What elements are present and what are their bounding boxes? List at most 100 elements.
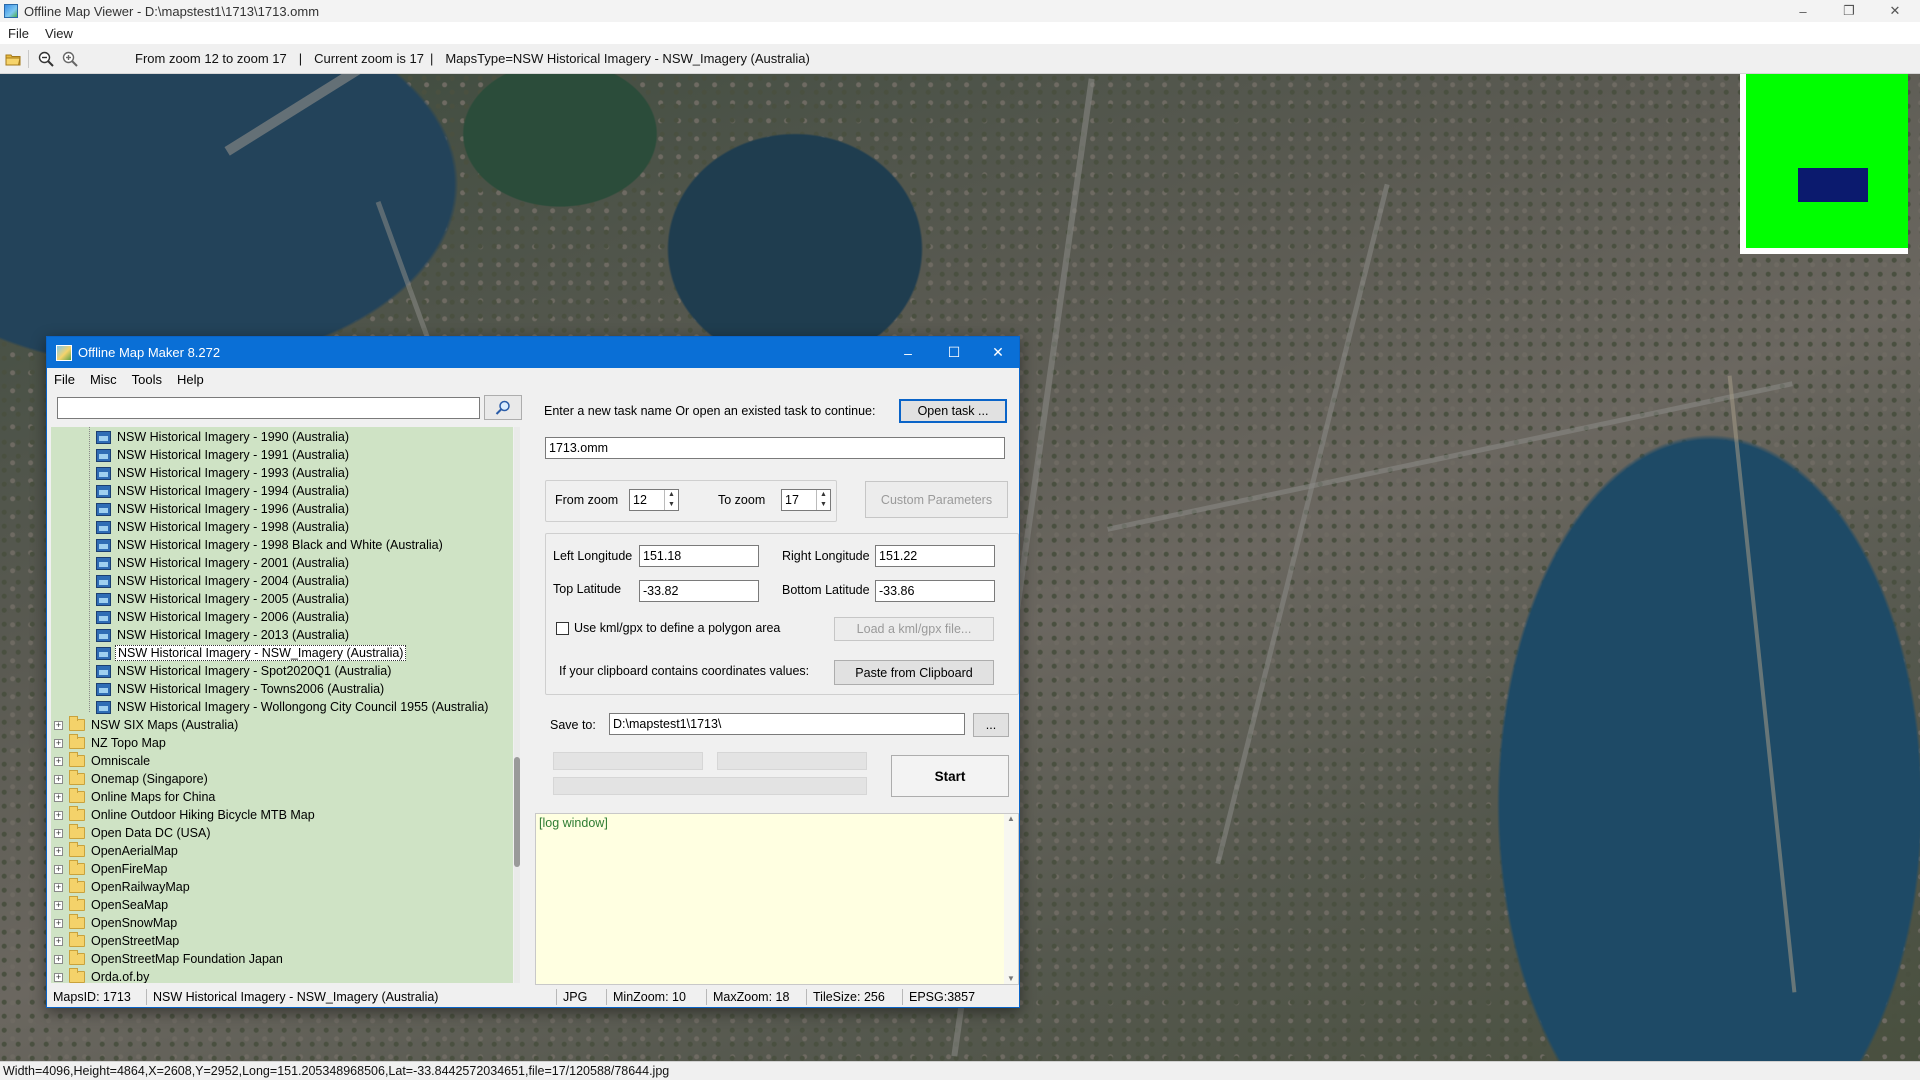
tree-item-map-source[interactable]: NSW Historical Imagery - Spot2020Q1 (Aus… bbox=[96, 662, 393, 680]
tree-item-map-source[interactable]: NSW Historical Imagery - 2005 (Australia… bbox=[96, 590, 351, 608]
tree-item-map-source[interactable]: NSW Historical Imagery - 1996 (Australia… bbox=[96, 500, 351, 518]
progress-bar bbox=[717, 752, 867, 770]
maximize-button[interactable]: ❐ bbox=[1826, 0, 1872, 22]
open-folder-icon[interactable] bbox=[2, 48, 24, 70]
folder-icon bbox=[69, 770, 85, 785]
save-path-field[interactable]: D:\mapstest1\1713\ bbox=[609, 713, 965, 735]
expand-icon[interactable]: + bbox=[54, 900, 63, 910]
tree-item-folder[interactable]: + Online Outdoor Hiking Bicycle MTB Map bbox=[54, 806, 317, 824]
bottom-latitude-field[interactable]: -33.86 bbox=[875, 580, 995, 602]
close-button[interactable]: ✕ bbox=[1872, 0, 1918, 22]
tree-item-map-source[interactable]: NSW Historical Imagery - NSW_Imagery (Au… bbox=[96, 644, 407, 662]
expand-icon[interactable]: + bbox=[54, 774, 63, 784]
log-window[interactable]: [log window] ▲ ▼ bbox=[535, 813, 1019, 985]
folder-icon bbox=[69, 950, 85, 965]
map-source-tree[interactable]: NSW Historical Imagery - 1990 (Australia… bbox=[51, 427, 513, 983]
tree-item-folder[interactable]: + OpenFireMap bbox=[54, 860, 169, 878]
expand-icon[interactable]: + bbox=[54, 810, 63, 820]
expand-icon[interactable]: + bbox=[54, 828, 63, 838]
spinner-arrows-icon[interactable]: ▲ ▼ bbox=[664, 490, 678, 510]
start-button[interactable]: Start bbox=[891, 755, 1009, 797]
minimap-viewport[interactable] bbox=[1798, 168, 1868, 202]
left-longitude-field[interactable]: 151.18 bbox=[639, 545, 759, 567]
custom-parameters-button[interactable]: Custom Parameters bbox=[865, 481, 1008, 518]
right-longitude-field[interactable]: 151.22 bbox=[875, 545, 995, 567]
tree-item-map-source[interactable]: NSW Historical Imagery - 1994 (Australia… bbox=[96, 482, 351, 500]
tree-item-map-source[interactable]: NSW Historical Imagery - 1998 (Australia… bbox=[96, 518, 351, 536]
tree-item-folder[interactable]: + Online Maps for China bbox=[54, 788, 217, 806]
browse-button[interactable]: ... bbox=[973, 713, 1009, 737]
top-latitude-field[interactable]: -33.82 bbox=[639, 580, 759, 602]
map-image-icon bbox=[96, 682, 111, 696]
tree-item-folder[interactable]: + OpenSnowMap bbox=[54, 914, 179, 932]
tree-item-folder[interactable]: + Orda.of.by bbox=[54, 968, 151, 983]
tree-item-folder[interactable]: + NZ Topo Map bbox=[54, 734, 168, 752]
dialog-close-button[interactable]: ✕ bbox=[975, 337, 1021, 368]
log-scrollbar[interactable]: ▲ ▼ bbox=[1004, 814, 1018, 984]
dialog-minimize-button[interactable]: – bbox=[885, 337, 931, 368]
expand-icon[interactable]: + bbox=[54, 720, 63, 730]
expand-icon[interactable]: + bbox=[54, 972, 63, 982]
scroll-down-icon[interactable]: ▼ bbox=[1004, 974, 1018, 984]
dialog-menu-file[interactable]: File bbox=[47, 372, 83, 387]
expand-icon[interactable]: + bbox=[54, 882, 63, 892]
tree-item-map-source[interactable]: NSW Historical Imagery - 2006 (Australia… bbox=[96, 608, 351, 626]
tree-item-map-source[interactable]: NSW Historical Imagery - 1991 (Australia… bbox=[96, 446, 351, 464]
status-map-name: NSW Historical Imagery - NSW_Imagery (Au… bbox=[147, 989, 557, 1005]
tree-item-folder[interactable]: + OpenStreetMap Foundation Japan bbox=[54, 950, 285, 968]
tree-item-folder[interactable]: + OpenAerialMap bbox=[54, 842, 180, 860]
tree-item-label: NSW Historical Imagery - 2004 (Australia… bbox=[117, 574, 350, 588]
tree-item-map-source[interactable]: NSW Historical Imagery - 1998 Black and … bbox=[96, 536, 445, 554]
tree-item-folder[interactable]: + NSW SIX Maps (Australia) bbox=[54, 716, 240, 734]
expand-icon[interactable]: + bbox=[54, 738, 63, 748]
expand-icon[interactable]: + bbox=[54, 792, 63, 802]
tree-folder-label: OpenStreetMap bbox=[91, 934, 180, 948]
map-search-input[interactable] bbox=[57, 397, 480, 419]
dialog-maximize-button[interactable]: ☐ bbox=[931, 337, 977, 368]
minimap[interactable] bbox=[1740, 74, 1908, 254]
tree-item-map-source[interactable]: NSW Historical Imagery - Towns2006 (Aust… bbox=[96, 680, 386, 698]
scroll-up-icon[interactable]: ▲ bbox=[1004, 814, 1018, 824]
tree-item-folder[interactable]: + OpenStreetMap bbox=[54, 932, 181, 950]
search-button[interactable] bbox=[484, 395, 522, 420]
map-image-icon bbox=[96, 520, 111, 534]
to-zoom-spinner[interactable]: 17 ▲ ▼ bbox=[781, 489, 831, 511]
tree-item-map-source[interactable]: NSW Historical Imagery - 1993 (Australia… bbox=[96, 464, 351, 482]
tree-item-folder[interactable]: + Onemap (Singapore) bbox=[54, 770, 210, 788]
dialog-menu-help[interactable]: Help bbox=[170, 372, 212, 387]
tree-item-folder[interactable]: + OpenSeaMap bbox=[54, 896, 170, 914]
tree-item-folder[interactable]: + OpenRailwayMap bbox=[54, 878, 192, 896]
tree-item-map-source[interactable]: NSW Historical Imagery - 2001 (Australia… bbox=[96, 554, 351, 572]
toolbar-divider: | bbox=[429, 51, 434, 66]
expand-icon[interactable]: + bbox=[54, 918, 63, 928]
dialog-menu-tools[interactable]: Tools bbox=[125, 372, 170, 387]
from-zoom-spinner[interactable]: 12 ▲ ▼ bbox=[629, 489, 679, 511]
zoom-out-icon[interactable] bbox=[35, 48, 57, 70]
tree-item-folder[interactable]: + Omniscale bbox=[54, 752, 152, 770]
paste-from-clipboard-button[interactable]: Paste from Clipboard bbox=[834, 660, 994, 685]
menu-file[interactable]: File bbox=[0, 26, 37, 41]
tree-item-folder[interactable]: + Open Data DC (USA) bbox=[54, 824, 212, 842]
minimize-button[interactable]: – bbox=[1780, 0, 1826, 22]
to-zoom-value: 17 bbox=[785, 493, 799, 507]
spinner-arrows-icon[interactable]: ▲ ▼ bbox=[816, 490, 830, 510]
tree-folder-label: Onemap (Singapore) bbox=[91, 772, 208, 786]
tree-item-map-source[interactable]: NSW Historical Imagery - 1990 (Australia… bbox=[96, 428, 351, 446]
zoom-in-icon[interactable] bbox=[59, 48, 81, 70]
tree-item-map-source[interactable]: NSW Historical Imagery - Wollongong City… bbox=[96, 698, 490, 716]
menu-view[interactable]: View bbox=[37, 26, 81, 41]
tree-item-map-source[interactable]: NSW Historical Imagery - 2013 (Australia… bbox=[96, 626, 351, 644]
tree-item-map-source[interactable]: NSW Historical Imagery - 2004 (Australia… bbox=[96, 572, 351, 590]
open-task-button[interactable]: Open task ... bbox=[899, 399, 1007, 423]
dialog-menu-misc[interactable]: Misc bbox=[83, 372, 125, 387]
task-name-field[interactable]: 1713.omm bbox=[545, 437, 1005, 459]
expand-icon[interactable]: + bbox=[54, 936, 63, 946]
expand-icon[interactable]: + bbox=[54, 954, 63, 964]
expand-icon[interactable]: + bbox=[54, 864, 63, 874]
kml-polygon-checkbox[interactable] bbox=[556, 622, 569, 635]
tree-scrollbar-thumb[interactable] bbox=[514, 757, 520, 867]
load-kml-button[interactable]: Load a kml/gpx file... bbox=[834, 617, 994, 641]
expand-icon[interactable]: + bbox=[54, 756, 63, 766]
expand-icon[interactable]: + bbox=[54, 846, 63, 856]
tree-scrollbar[interactable] bbox=[514, 427, 520, 983]
